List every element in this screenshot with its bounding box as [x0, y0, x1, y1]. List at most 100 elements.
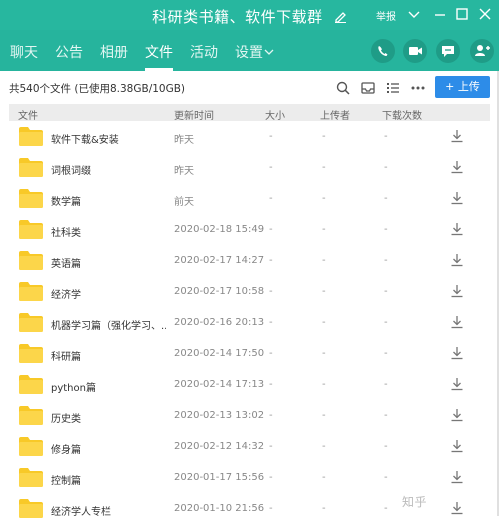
file-name[interactable]: 软件下载&安装 [51, 131, 166, 146]
column-header-time[interactable]: 更新时间 [174, 107, 214, 122]
tab-files[interactable]: 文件 [145, 42, 173, 62]
folder-icon [19, 189, 43, 208]
add-member-icon[interactable] [469, 38, 495, 64]
uploader: - [322, 255, 326, 266]
download-icon[interactable] [450, 439, 464, 453]
file-size: - [269, 503, 273, 514]
minimize-icon[interactable] [432, 6, 448, 22]
download-icon[interactable] [450, 253, 464, 267]
table-row[interactable]: 修身篇 2020-02-12 14:32- - - [0, 431, 499, 462]
folder-icon [19, 375, 43, 394]
download-icon[interactable] [450, 346, 464, 360]
search-icon[interactable] [335, 80, 351, 96]
file-name[interactable]: 英语篇 [51, 255, 166, 270]
download-count: - [384, 162, 388, 173]
folder-icon [19, 468, 43, 487]
update-time: 2020-02-14 17:50 [174, 348, 265, 359]
folder-icon [19, 158, 43, 177]
table-row[interactable]: 词根词缀 昨天 - - - [0, 152, 499, 183]
folder-icon [19, 127, 43, 146]
download-count: - [384, 193, 388, 204]
download-icon[interactable] [450, 191, 464, 205]
tab-album[interactable]: 相册 [100, 42, 128, 62]
table-row[interactable]: python篇 2020-02-14 17:13- - - [0, 369, 499, 400]
file-name[interactable]: 机器学习篇（强化学习、... [51, 317, 166, 332]
file-size: - [269, 348, 273, 359]
phone-icon[interactable] [370, 38, 396, 64]
column-header-name[interactable]: 文件 [18, 107, 38, 122]
file-size: - [269, 224, 273, 235]
chevron-down-icon[interactable] [406, 6, 422, 22]
edit-icon[interactable] [334, 9, 347, 27]
download-count: - [384, 472, 388, 483]
window-title-wrap: 科研类书籍、软件下载群 [0, 6, 499, 27]
file-name[interactable]: 历史类 [51, 410, 166, 425]
download-icon[interactable] [450, 222, 464, 236]
chevron-down-icon[interactable] [264, 47, 274, 57]
tab-activities[interactable]: 活动 [190, 42, 218, 62]
uploader: - [322, 472, 326, 483]
uploader: - [322, 193, 326, 204]
more-icon[interactable] [410, 80, 426, 96]
watermark-text: 知乎 [402, 495, 428, 509]
table-row[interactable]: 控制篇 2020-01-17 15:56- - - [0, 462, 499, 493]
tab-settings[interactable]: 设置 [235, 42, 263, 62]
file-size: - [269, 193, 273, 204]
table-row[interactable]: 机器学习篇（强化学习、... 2020-02-16 20:13- - - [0, 307, 499, 338]
table-row[interactable]: 数学篇 前天 - - - [0, 183, 499, 214]
file-name[interactable]: 科研篇 [51, 348, 166, 363]
download-count: - [384, 503, 388, 514]
download-count: - [384, 255, 388, 266]
update-time: 2020-02-16 20:13 [174, 317, 265, 328]
file-name[interactable]: 经济学 [51, 286, 166, 301]
download-icon[interactable] [450, 470, 464, 484]
file-size: - [269, 255, 273, 266]
plus-icon: + [445, 80, 455, 93]
file-name[interactable]: 社科类 [51, 224, 166, 239]
file-name[interactable]: 修身篇 [51, 441, 166, 456]
inbox-icon[interactable] [360, 80, 376, 96]
folder-icon [19, 220, 43, 239]
uploader: - [322, 224, 326, 235]
file-size: - [269, 162, 273, 173]
file-name[interactable]: 控制篇 [51, 472, 166, 487]
tab-chat[interactable]: 聊天 [10, 42, 38, 62]
download-icon[interactable] [450, 315, 464, 329]
table-row[interactable]: 英语篇 2020-02-17 14:27- - - [0, 245, 499, 276]
folder-icon [19, 282, 43, 301]
tab-announcements[interactable]: 公告 [55, 42, 83, 62]
video-call-icon[interactable] [402, 38, 428, 64]
list-view-icon[interactable] [385, 80, 401, 96]
download-icon[interactable] [450, 377, 464, 391]
column-header-size[interactable]: 大小 [265, 107, 285, 122]
uploader: - [322, 286, 326, 297]
close-icon[interactable] [477, 6, 493, 22]
file-name[interactable]: 词根词缀 [51, 162, 166, 177]
table-header: 文件 更新时间 大小 上传者 下载次数 [9, 104, 490, 122]
uploader: - [322, 379, 326, 390]
table-row[interactable]: 科研篇 2020-02-14 17:50- - - [0, 338, 499, 369]
update-time: 2020-01-17 15:56 [174, 472, 265, 483]
file-name[interactable]: python篇 [51, 379, 166, 394]
upload-button[interactable]: + 上传 [435, 76, 490, 98]
column-header-uploader[interactable]: 上传者 [320, 107, 350, 122]
title-bar: 科研类书籍、软件下载群 举报 [0, 0, 499, 30]
table-row[interactable]: 历史类 2020-02-13 13:02- - - [0, 400, 499, 431]
table-row[interactable]: 经济学 2020-02-17 10:58- - - [0, 276, 499, 307]
table-row[interactable]: 社科类 2020-02-18 15:49- - - [0, 214, 499, 245]
column-header-downloads[interactable]: 下载次数 [382, 107, 422, 122]
download-icon[interactable] [450, 284, 464, 298]
report-link[interactable]: 举报 [376, 8, 396, 23]
table-row[interactable]: 软件下载&安装 昨天 - - - [0, 121, 499, 152]
download-icon[interactable] [450, 129, 464, 143]
folder-icon [19, 251, 43, 270]
update-time: 前天 [174, 197, 194, 208]
file-size: - [269, 317, 273, 328]
file-size: - [269, 472, 273, 483]
download-icon[interactable] [450, 160, 464, 174]
maximize-icon[interactable] [454, 6, 470, 22]
chat-bubble-icon[interactable] [435, 38, 461, 64]
file-name[interactable]: 数学篇 [51, 193, 166, 208]
download-icon[interactable] [450, 408, 464, 422]
tab-bar: 聊天 公告 相册 文件 活动 设置 [0, 30, 499, 71]
